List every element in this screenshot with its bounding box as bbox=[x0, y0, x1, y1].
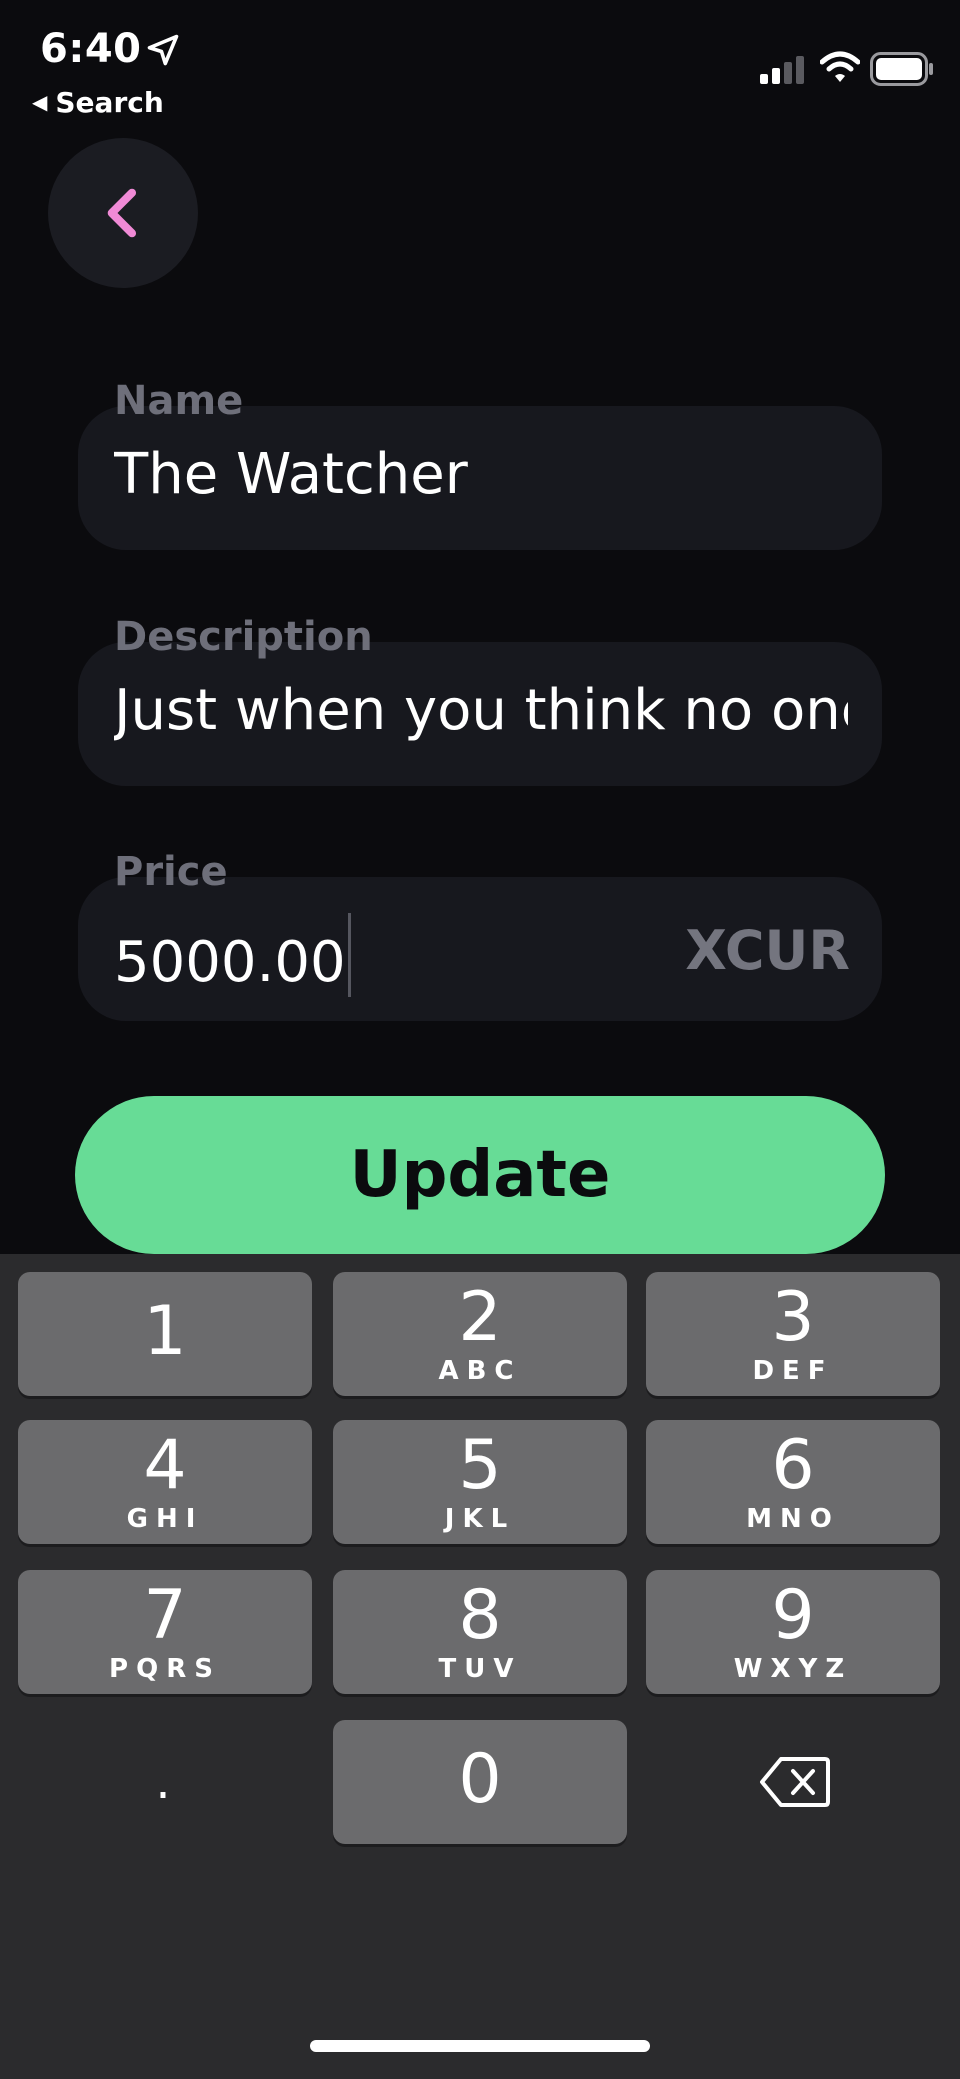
status-bar: 6:40 ◀ Search bbox=[0, 0, 960, 130]
name-field[interactable]: The Watcher bbox=[78, 406, 882, 550]
battery-icon bbox=[870, 52, 933, 86]
key-letters: TUV bbox=[438, 1654, 522, 1684]
key-9[interactable]: 9 WXYZ bbox=[646, 1570, 940, 1694]
key-digit: 0 bbox=[458, 1740, 502, 1819]
key-6[interactable]: 6 MNO bbox=[646, 1420, 940, 1544]
price-value: 5000.00 bbox=[114, 930, 346, 995]
location-arrow-icon bbox=[147, 34, 179, 66]
key-letters: PQRS bbox=[109, 1654, 221, 1684]
key-7[interactable]: 7 PQRS bbox=[18, 1570, 312, 1694]
key-digit: 7 bbox=[143, 1576, 187, 1655]
key-digit: 2 bbox=[458, 1278, 502, 1357]
description-field[interactable]: Just when you think no one bbox=[78, 642, 882, 786]
key-3[interactable]: 3 DEF bbox=[646, 1272, 940, 1396]
back-to-app-label: Search bbox=[55, 86, 164, 119]
key-digit: 9 bbox=[771, 1576, 815, 1655]
numeric-keyboard: 1 2 ABC 3 DEF 4 GHI 5 JKL 6 MNO 7 PQRS 8… bbox=[0, 1254, 960, 2079]
wifi-icon bbox=[820, 51, 860, 82]
key-digit: 3 bbox=[771, 1278, 815, 1357]
key-1[interactable]: 1 bbox=[18, 1272, 312, 1396]
back-to-search-link[interactable]: ◀ Search bbox=[32, 86, 164, 119]
key-letters: WXYZ bbox=[733, 1654, 853, 1684]
key-letters: GHI bbox=[126, 1504, 204, 1534]
description-input[interactable]: Just when you think no one bbox=[114, 678, 848, 743]
chevron-left-icon bbox=[107, 188, 137, 238]
key-decimal[interactable]: . bbox=[16, 1720, 310, 1844]
key-digit: 1 bbox=[143, 1292, 187, 1371]
name-label: Name bbox=[114, 378, 244, 424]
back-triangle-icon: ◀ bbox=[32, 90, 48, 114]
currency-suffix: XCUR bbox=[685, 919, 850, 982]
key-letters: ABC bbox=[438, 1356, 522, 1386]
key-digit: 4 bbox=[143, 1426, 187, 1505]
back-button[interactable] bbox=[48, 138, 198, 288]
text-caret bbox=[347, 913, 351, 997]
delete-key[interactable] bbox=[648, 1720, 942, 1844]
key-letters: DEF bbox=[752, 1356, 834, 1386]
key-4[interactable]: 4 GHI bbox=[18, 1420, 312, 1544]
description-label: Description bbox=[114, 614, 373, 660]
key-8[interactable]: 8 TUV bbox=[333, 1570, 627, 1694]
key-5[interactable]: 5 JKL bbox=[333, 1420, 627, 1544]
name-input[interactable]: The Watcher bbox=[114, 442, 848, 507]
key-letters: JKL bbox=[444, 1504, 516, 1534]
cellular-signal-icon bbox=[760, 56, 804, 84]
key-0[interactable]: 0 bbox=[333, 1720, 627, 1844]
price-label: Price bbox=[114, 849, 228, 895]
price-field[interactable]: 5000.00 XCUR bbox=[78, 877, 882, 1021]
backspace-icon bbox=[760, 1757, 830, 1807]
update-button[interactable]: Update bbox=[75, 1096, 885, 1254]
key-letters: MNO bbox=[746, 1504, 840, 1534]
key-digit: 8 bbox=[458, 1576, 502, 1655]
status-time: 6:40 bbox=[40, 26, 142, 72]
key-digit: 6 bbox=[771, 1426, 815, 1505]
home-indicator[interactable] bbox=[310, 2040, 650, 2052]
key-digit: 5 bbox=[458, 1426, 502, 1505]
key-2[interactable]: 2 ABC bbox=[333, 1272, 627, 1396]
